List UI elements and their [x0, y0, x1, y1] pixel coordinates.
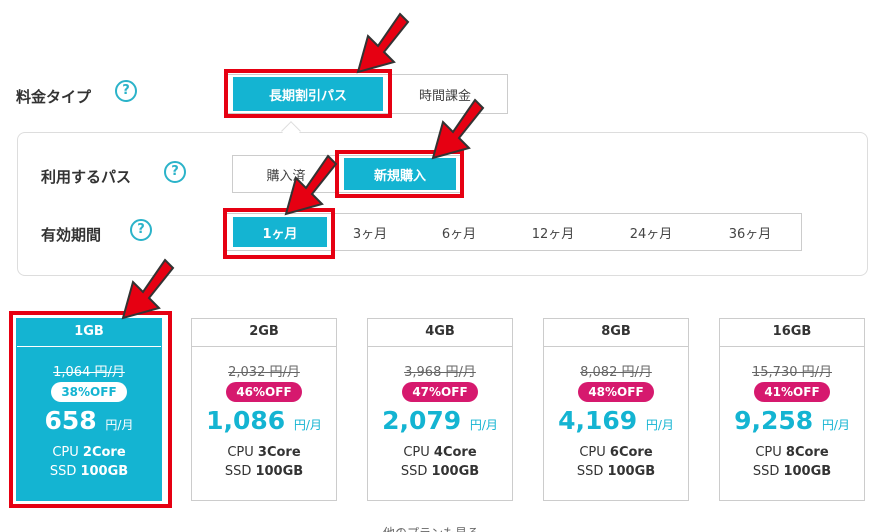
plan-card-8gb[interactable]: 8GB 8,082 円/月 48%OFF 4,169 円/月 CPU 6Core…	[543, 318, 689, 501]
plan-discount-badge: 41%OFF	[754, 382, 830, 402]
plan-cpu: CPU 2Core	[52, 445, 126, 460]
period-option-3m[interactable]: 3ヶ月	[333, 217, 407, 247]
arrow-icon-plan-type	[356, 12, 410, 74]
plan-cpu: CPU 8Core	[755, 445, 829, 460]
plan-name: 8GB	[544, 319, 688, 347]
plan-price: 1,086 円/月	[206, 406, 322, 435]
period-option-6m[interactable]: 6ヶ月	[422, 217, 496, 247]
plan-type-help-icon[interactable]: ?	[115, 80, 137, 102]
plan-card-4gb[interactable]: 4GB 3,968 円/月 47%OFF 2,079 円/月 CPU 4Core…	[367, 318, 513, 501]
plan-price: 658 円/月	[44, 406, 134, 435]
plan-card-16gb[interactable]: 16GB 15,730 円/月 41%OFF 9,258 円/月 CPU 8Co…	[719, 318, 865, 501]
plan-cpu: CPU 4Core	[403, 445, 477, 460]
plan-type-option-long-term[interactable]: 長期割引パス	[233, 77, 383, 111]
period-help-icon[interactable]: ?	[130, 219, 152, 241]
plan-discount-badge: 48%OFF	[578, 382, 654, 402]
plan-ssd: SSD 100GB	[224, 464, 304, 479]
plan-name: 4GB	[368, 319, 512, 347]
plan-old-price: 15,730 円/月	[752, 365, 832, 380]
plan-discount-badge: 46%OFF	[226, 382, 302, 402]
plan-price: 9,258 円/月	[734, 406, 850, 435]
plan-cpu: CPU 3Core	[227, 445, 301, 460]
plan-discount-badge: 47%OFF	[402, 382, 478, 402]
plan-cpu: CPU 6Core	[579, 445, 653, 460]
pass-usage-option-owned[interactable]: 購入済	[236, 158, 336, 190]
options-panel	[17, 132, 868, 276]
plan-name: 16GB	[720, 319, 864, 347]
plan-card-1gb[interactable]: 1GB 1,064 円/月 38%OFF 658 円/月 CPU 2Core S…	[16, 318, 162, 501]
plan-ssd: SSD 100GB	[400, 464, 480, 479]
more-plans-link[interactable]: 他のプランも見る	[383, 524, 479, 532]
pass-usage-label: 利用するパス	[41, 168, 132, 186]
plan-ssd: SSD 100GB	[752, 464, 832, 479]
plan-price: 4,169 円/月	[558, 406, 674, 435]
pass-usage-option-new[interactable]: 新規購入	[344, 158, 456, 190]
plan-old-price: 8,082 円/月	[580, 365, 652, 380]
plan-type-option-hourly[interactable]: 時間課金	[386, 77, 504, 111]
period-option-1m[interactable]: 1ヶ月	[233, 217, 327, 247]
plan-old-price: 1,064 円/月	[53, 365, 125, 380]
period-label: 有効期間	[41, 226, 102, 244]
plan-type-label: 料金タイプ	[16, 88, 92, 106]
pass-usage-help-icon[interactable]: ?	[164, 161, 186, 183]
plan-discount-badge: 38%OFF	[51, 382, 127, 402]
plan-card-2gb[interactable]: 2GB 2,032 円/月 46%OFF 1,086 円/月 CPU 3Core…	[191, 318, 337, 501]
plan-old-price: 3,968 円/月	[404, 365, 476, 380]
plan-name: 2GB	[192, 319, 336, 347]
period-option-24m[interactable]: 24ヶ月	[614, 217, 688, 247]
plan-ssd: SSD 100GB	[576, 464, 656, 479]
plan-old-price: 2,032 円/月	[228, 365, 300, 380]
plan-name: 1GB	[17, 319, 161, 347]
plan-price: 2,079 円/月	[382, 406, 498, 435]
period-option-12m[interactable]: 12ヶ月	[516, 217, 590, 247]
plan-ssd: SSD 100GB	[49, 464, 129, 479]
period-option-36m[interactable]: 36ヶ月	[713, 217, 787, 247]
